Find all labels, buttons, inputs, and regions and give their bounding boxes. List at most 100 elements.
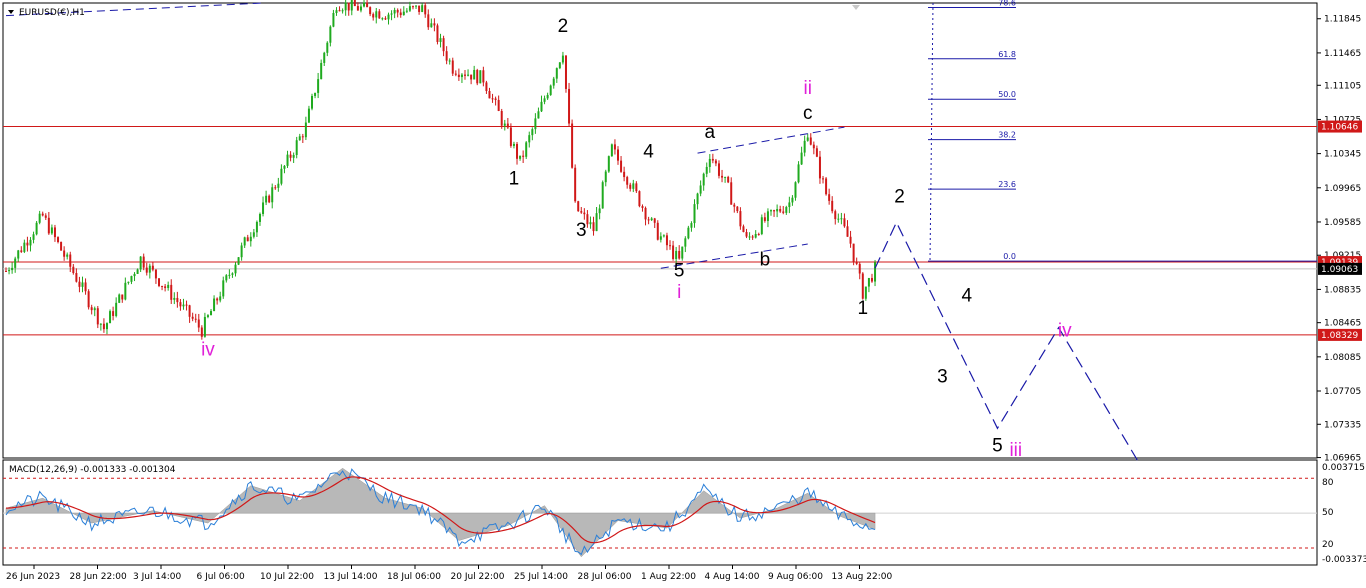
candle-body <box>231 273 234 275</box>
candle-body <box>265 195 268 203</box>
candle-body <box>797 164 800 183</box>
time-tick-label: 18 Jul 06:00 <box>387 572 441 582</box>
candle-body <box>448 60 451 62</box>
candle-body <box>353 0 356 7</box>
candle-body <box>11 267 14 271</box>
candle-body <box>479 70 482 84</box>
candle-body <box>402 11 405 16</box>
candle-body <box>558 62 561 69</box>
main-chart-frame[interactable] <box>2 2 1318 459</box>
candle-body <box>840 218 843 220</box>
candle-body <box>543 98 546 102</box>
price-tag-label: 1.08329 <box>1321 331 1358 341</box>
candle-body <box>375 11 378 18</box>
candle-body <box>476 69 479 84</box>
candle-body <box>115 302 118 316</box>
candle-body <box>23 242 26 252</box>
price-tick-label: 1.10345 <box>1324 150 1361 160</box>
candle-body <box>693 204 696 224</box>
candle-body <box>421 5 424 12</box>
candle-body <box>314 92 317 96</box>
candle-body <box>451 60 454 74</box>
candle-body <box>335 10 338 14</box>
fib-level-label: 23.6 <box>998 180 1016 189</box>
time-tick-label: 20 Jul 22:00 <box>451 572 505 582</box>
candle-body <box>66 254 69 257</box>
candle-body <box>206 315 209 317</box>
candle-body <box>497 99 500 111</box>
wave-label: 4 <box>643 142 654 163</box>
candle-body <box>366 2 369 8</box>
candle-body <box>617 149 619 161</box>
candle-body <box>396 9 399 13</box>
candle-body <box>812 144 815 149</box>
candle-body <box>763 217 766 221</box>
price-tick-label: 1.11465 <box>1324 49 1361 59</box>
candle-body <box>806 137 809 141</box>
candle-body <box>161 285 164 287</box>
candle-body <box>717 163 720 176</box>
candle-body <box>794 182 797 198</box>
candle-body <box>439 38 442 42</box>
candle-body <box>751 236 754 238</box>
price-tick-label: 1.11845 <box>1324 15 1361 25</box>
wave-label: b <box>760 250 771 271</box>
candle-body <box>271 187 274 203</box>
macd-axis: 0.003715 80 50 20 -0.003373 <box>1322 463 1366 565</box>
candle-body <box>519 155 522 159</box>
candle-body <box>610 144 613 157</box>
macd-tick-label: 50 <box>1322 508 1334 518</box>
candle-body <box>292 154 295 158</box>
candle-body <box>598 208 601 214</box>
candle-body <box>304 122 307 138</box>
time-tick-label: 28 Jul 06:00 <box>578 572 632 582</box>
candle-body <box>173 297 176 300</box>
candle-body <box>620 160 623 172</box>
wave-label: 2 <box>894 187 905 208</box>
candle-body <box>623 171 626 178</box>
chart-canvas[interactable]: 78.6 61.8 50.0 38.2 23.6 0.0 1.11845 1.11465 1.… <box>0 0 1366 588</box>
candle-body <box>509 127 512 146</box>
candle-body <box>638 191 641 207</box>
price-tick-label: 1.07335 <box>1324 420 1361 430</box>
candle-body <box>525 142 528 157</box>
candle-body <box>656 222 659 240</box>
candle-body <box>568 88 571 124</box>
macd-panel-frame[interactable] <box>2 459 1318 566</box>
candle-body <box>828 194 831 201</box>
candle-body <box>454 73 457 75</box>
candle-body <box>561 55 564 63</box>
candle-body <box>81 282 84 287</box>
price-tick-label: 1.08835 <box>1324 285 1361 295</box>
candle-body <box>445 51 448 61</box>
candle-body <box>665 235 668 246</box>
candle-body <box>216 298 219 301</box>
candle-body <box>825 178 828 195</box>
wave-label: iii <box>1009 440 1022 461</box>
candle-body <box>167 284 170 289</box>
candle-body <box>714 160 717 164</box>
candle-body <box>234 264 237 274</box>
candle-body <box>213 298 216 312</box>
candle-body <box>815 148 818 157</box>
time-tick-label: 4 Aug 14:00 <box>705 572 760 582</box>
candle-body <box>647 219 650 221</box>
candle-body <box>222 280 225 297</box>
candle-body <box>344 2 347 11</box>
candle-body <box>684 238 687 247</box>
fib-level-label: 38.2 <box>998 131 1016 140</box>
candle-body <box>601 182 604 209</box>
candle-body <box>522 155 525 157</box>
candle-body <box>739 211 742 227</box>
candle-body <box>427 14 430 28</box>
candle-body <box>139 256 142 270</box>
candle-body <box>105 323 108 330</box>
candle-body <box>350 0 353 11</box>
candle-body <box>506 123 509 128</box>
price-tick-label: 1.09965 <box>1324 184 1361 194</box>
candle-body <box>574 167 577 202</box>
wave-label: i <box>677 282 681 303</box>
candle-body <box>200 327 203 337</box>
candle-body <box>415 5 418 7</box>
candle-body <box>78 281 81 287</box>
